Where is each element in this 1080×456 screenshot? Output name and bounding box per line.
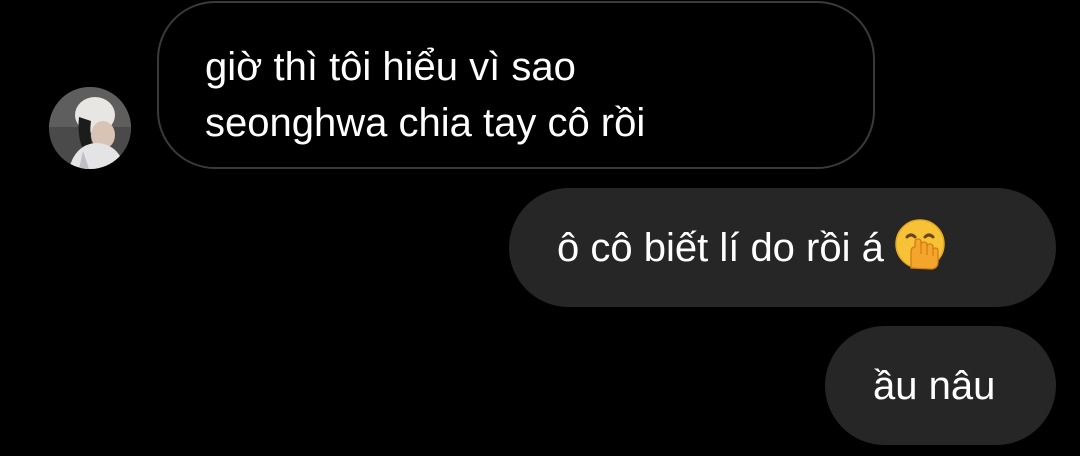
outgoing-message-bubble[interactable]: ầu nâu (825, 326, 1056, 445)
avatar-photo (49, 87, 131, 169)
incoming-message-line-1: giờ thì tôi hiểu vì sao (205, 45, 576, 89)
chat-screen: giờ thì tôi hiểu vì sao seonghwa chia ta… (0, 0, 1080, 456)
outgoing-message-text: ầu nâu (873, 363, 996, 408)
incoming-message-bubble[interactable]: giờ thì tôi hiểu vì sao seonghwa chia ta… (157, 1, 875, 169)
hand-over-mouth-emoji (894, 218, 946, 270)
outgoing-message-bubble[interactable]: ô cô biết lí do rồi á (509, 188, 1056, 307)
outgoing-message-text: ô cô biết lí do rồi á (557, 225, 884, 270)
sender-avatar[interactable] (49, 87, 131, 169)
incoming-message-line-2: seonghwa chia tay cô rồi (205, 101, 646, 145)
